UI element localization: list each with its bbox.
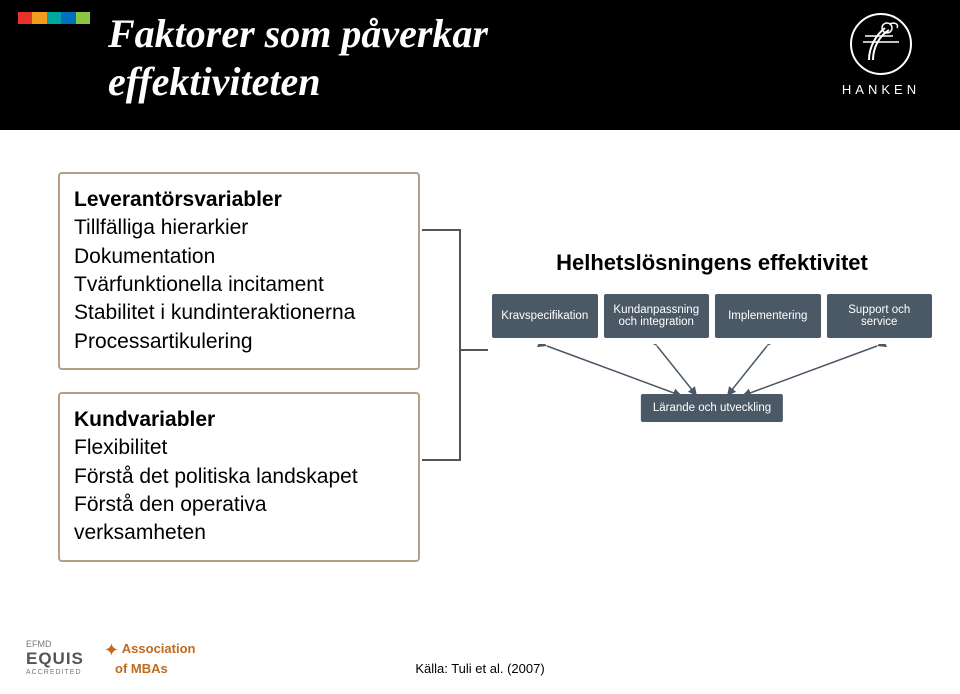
connector-bracket — [420, 210, 490, 490]
left-boxes: Leverantörsvariabler Tillfälliga hierark… — [58, 172, 420, 584]
title-line-2: effektiviteten — [108, 59, 321, 104]
arrows-area: Lärande och utveckling — [492, 344, 932, 398]
stage-kundanpassning: Kundanpassning och integration — [604, 294, 710, 338]
hanken-logo: HANKEN — [826, 12, 936, 97]
amba-line1: Association — [122, 641, 196, 656]
footer: EFMD EQUIS ACCREDITED ✦ Association of M… — [0, 620, 960, 694]
box2-line: Flexibilitet — [74, 434, 404, 462]
title-line-1: Faktorer som påverkar — [108, 11, 488, 56]
box1-line: Tillfälliga hierarkier — [74, 214, 404, 242]
box2-heading: Kundvariabler — [74, 406, 404, 434]
equis-logo: EFMD EQUIS ACCREDITED — [26, 639, 84, 676]
source-citation: Källa: Tuli et al. (2007) — [415, 661, 544, 676]
learning-box: Lärande och utveckling — [641, 394, 783, 422]
stage-kravspecifikation: Kravspecifikation — [492, 294, 598, 338]
stage-implementering: Implementering — [715, 294, 821, 338]
amba-logo: ✦ Association of MBAs — [104, 640, 196, 676]
box1-heading: Leverantörsvariabler — [74, 186, 404, 214]
accredited-label: ACCREDITED — [26, 669, 84, 676]
efmd-label: EFMD — [26, 639, 84, 649]
box2-line: Förstå det politiska landskapet — [74, 463, 404, 491]
box1-line: Dokumentation — [74, 243, 404, 271]
hermes-icon — [849, 12, 913, 76]
box1-line: Stabilitet i kundinteraktionerna — [74, 299, 404, 327]
brand-name: HANKEN — [826, 82, 936, 97]
amba-line2: of MBAs — [115, 661, 168, 676]
slide: Faktorer som påverkar effektiviteten HAN… — [0, 0, 960, 694]
box1-line: Processartikulering — [74, 328, 404, 356]
content-area: Leverantörsvariabler Tillfälliga hierark… — [0, 150, 960, 620]
page-title: Faktorer som påverkar effektiviteten — [108, 10, 488, 106]
stage-row: Kravspecifikation Kundanpassning och int… — [492, 294, 932, 338]
box2-line: Förstå den operativa verksamheten — [74, 491, 404, 548]
customer-variables-box: Kundvariabler Flexibilitet Förstå det po… — [58, 392, 420, 562]
box1-line: Tvärfunktionella incitament — [74, 271, 404, 299]
supplier-variables-box: Leverantörsvariabler Tillfälliga hierark… — [58, 172, 420, 370]
header-bar: Faktorer som påverkar effektiviteten HAN… — [0, 0, 960, 130]
accreditation-logos: EFMD EQUIS ACCREDITED ✦ Association of M… — [26, 639, 195, 676]
right-diagram: Helhetslösningens effektivitet Kravspeci… — [492, 250, 932, 398]
stage-support: Support och service — [827, 294, 933, 338]
diagram-title: Helhetslösningens effektivitet — [492, 250, 932, 276]
equis-label: EQUIS — [26, 649, 84, 669]
color-strip — [18, 12, 90, 24]
